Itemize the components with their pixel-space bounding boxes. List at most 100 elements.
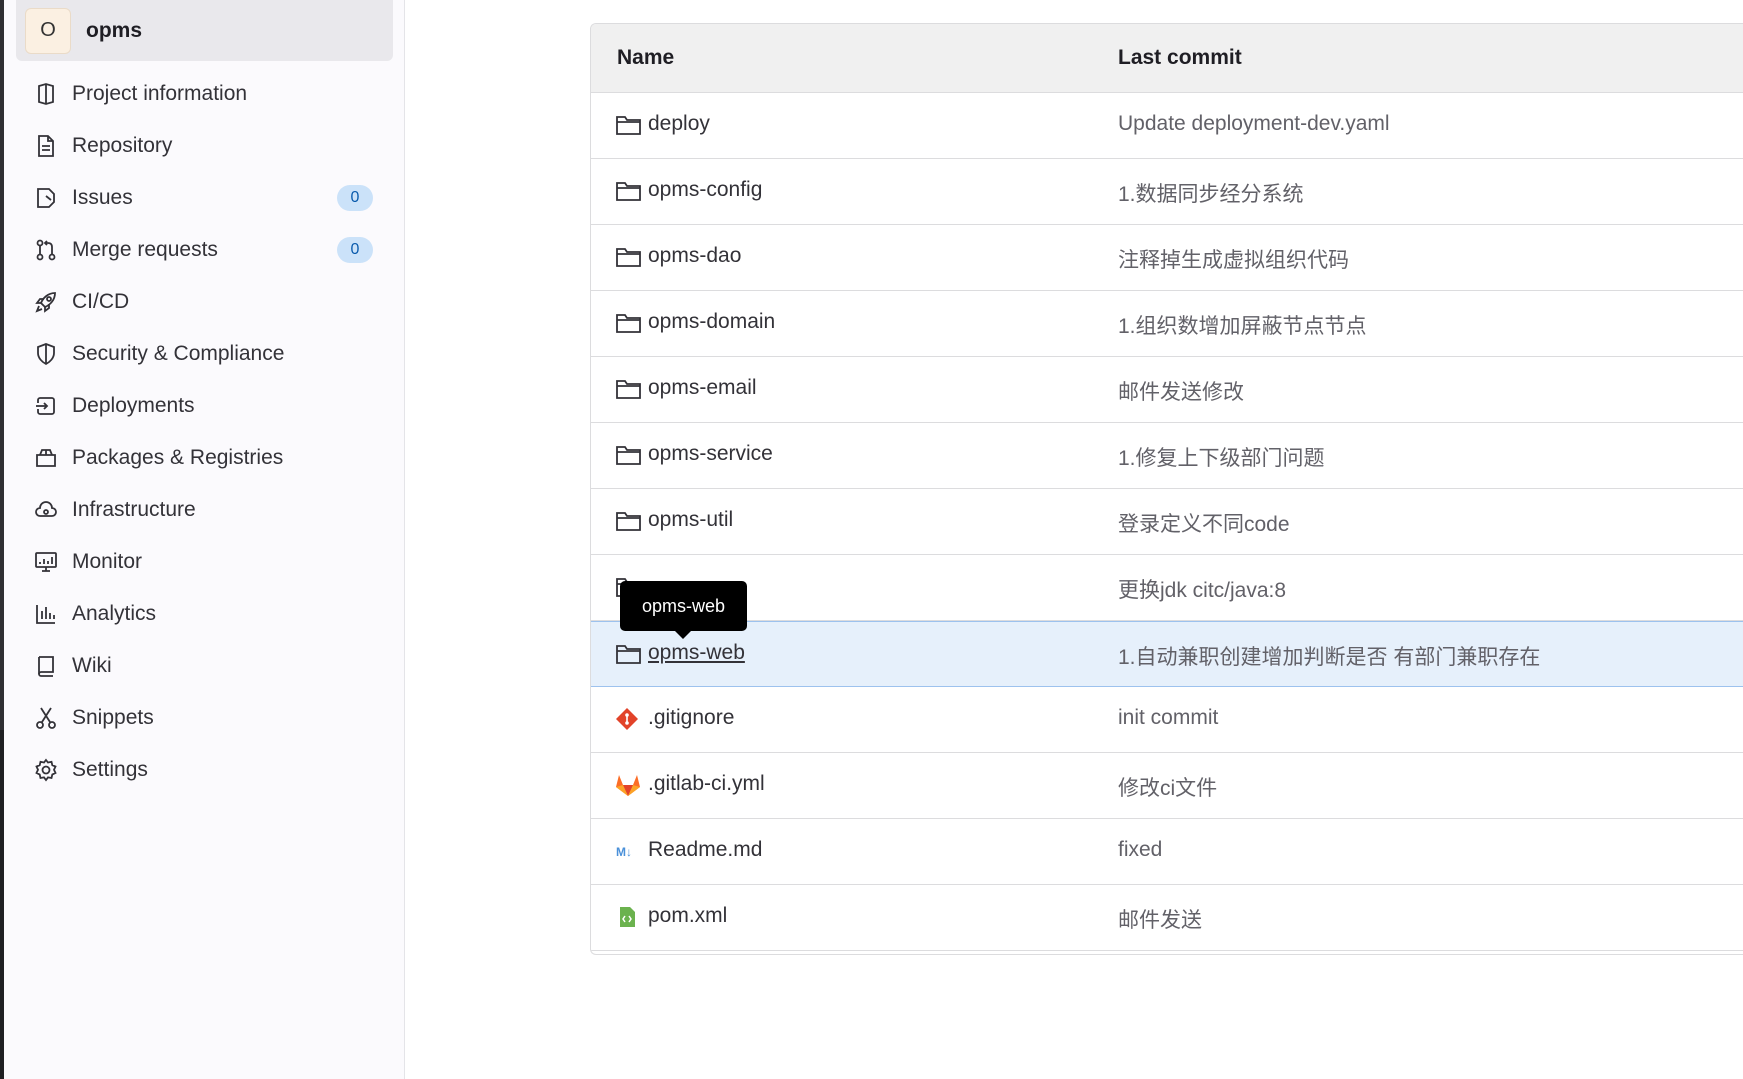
sidebar-item-deployments[interactable]: Deployments (4, 380, 404, 432)
folder-icon (615, 509, 642, 533)
rocket-icon (33, 289, 59, 315)
commit-message-link[interactable]: 修改ci文件 (1118, 772, 1217, 802)
sidebar-item-snippets[interactable]: Snippets (4, 692, 404, 744)
table-row[interactable]: opms-web 1.自动兼职创建增加判断是否 有部门兼职存在 (591, 621, 1743, 687)
document-icon (33, 133, 59, 159)
sidebar-item-label: Settings (72, 758, 148, 781)
file-name-link[interactable]: pom.xml (648, 904, 727, 928)
package-icon (33, 445, 59, 471)
file-name-link[interactable]: deploy (648, 112, 710, 136)
sidebar-item-project-information[interactable]: Project information (4, 68, 404, 120)
merge-requests-count-badge: 0 (337, 237, 373, 263)
file-name-link[interactable]: opms-config (648, 178, 762, 202)
sidebar-item-monitor[interactable]: Monitor (4, 536, 404, 588)
commit-message-link[interactable]: Update deployment-dev.yaml (1118, 112, 1390, 136)
sidebar-item-label: Merge requests (72, 238, 218, 261)
commit-message-link[interactable]: 邮件发送修改 (1118, 376, 1244, 406)
sidebar-nav: Project information Repository Issues 0 … (4, 68, 404, 796)
sidebar-item-label: Issues (72, 186, 133, 209)
sidebar-item-label: CI/CD (72, 290, 130, 313)
sidebar-item-security[interactable]: Security & Compliance (4, 328, 404, 380)
sidebar-item-label: Snippets (72, 706, 154, 729)
table-row[interactable]: pom.xml 邮件发送 (591, 885, 1743, 951)
shield-icon (33, 341, 59, 367)
project-name[interactable]: opms (86, 19, 142, 43)
table-row[interactable]: opms-domain 1.组织数增加屏蔽节点节点 (591, 291, 1743, 357)
xml-file-icon (615, 905, 642, 929)
commit-message-link[interactable]: 登录定义不同code (1118, 508, 1290, 538)
sidebar-item-settings[interactable]: Settings (4, 744, 404, 796)
issues-icon (33, 185, 59, 211)
sidebar-item-analytics[interactable]: Analytics (4, 588, 404, 640)
sidebar-item-wiki[interactable]: Wiki (4, 640, 404, 692)
commit-message-link[interactable]: init commit (1118, 706, 1218, 730)
sidebar-item-issues[interactable]: Issues 0 (4, 172, 404, 224)
table-row[interactable]: 更换jdk citc/java:8 (591, 555, 1743, 621)
commit-message-link[interactable]: 1.组织数增加屏蔽节点节点 (1118, 310, 1367, 340)
file-name-link[interactable]: opms-dao (648, 244, 741, 268)
folder-icon (615, 377, 642, 401)
sidebar-item-label: Analytics (72, 602, 157, 625)
chart-icon (33, 601, 59, 627)
table-row[interactable]: opms-service 1.修复上下级部门问题 (591, 423, 1743, 489)
deployments-icon (33, 393, 59, 419)
table-body: deploy Update deployment-dev.yaml opms-con… (591, 93, 1743, 951)
project-header[interactable]: O opms (16, 0, 393, 61)
commit-message-link[interactable]: 更换jdk citc/java:8 (1118, 574, 1286, 604)
commit-message-link[interactable]: 邮件发送 (1118, 904, 1202, 934)
cloud-gear-icon (33, 497, 59, 523)
commit-message-link[interactable]: 1.数据同步经分系统 (1118, 178, 1304, 208)
folder-icon (615, 642, 642, 666)
svg-text:M↓: M↓ (616, 845, 632, 859)
gitlab-icon (615, 773, 642, 797)
table-row[interactable]: deploy Update deployment-dev.yaml (591, 93, 1743, 159)
sidebar-item-label: Security & Compliance (72, 342, 285, 365)
scissors-icon (33, 705, 59, 731)
commit-message-link[interactable]: 1.修复上下级部门问题 (1118, 442, 1325, 472)
sidebar-item-infrastructure[interactable]: Infrastructure (4, 484, 404, 536)
file-name-link[interactable]: opms-util (648, 508, 733, 532)
column-header-last-commit: Last commit (1118, 46, 1242, 69)
gear-icon (33, 757, 59, 783)
folder-icon (615, 113, 642, 137)
file-name-link[interactable]: opms-email (648, 376, 757, 400)
table-row[interactable]: opms-email 邮件发送修改 (591, 357, 1743, 423)
sidebar-item-ci-cd[interactable]: CI/CD (4, 276, 404, 328)
table-header: Name Last commit (591, 24, 1743, 93)
markdown-icon: M↓ (615, 839, 642, 863)
table-row[interactable]: .gitignore init commit (591, 687, 1743, 753)
commit-message-link[interactable]: fixed (1118, 838, 1162, 862)
folder-icon (615, 311, 642, 335)
sidebar-item-merge-requests[interactable]: Merge requests 0 (4, 224, 404, 276)
project-sidebar: O opms Project information Repository Is… (4, 0, 405, 1079)
sidebar-item-label: Project information (72, 82, 248, 105)
file-name-link[interactable]: Readme.md (648, 838, 762, 862)
merge-request-icon (33, 237, 59, 263)
sidebar-item-label: Repository (72, 134, 173, 157)
table-row[interactable]: M↓ Readme.md fixed (591, 819, 1743, 885)
table-row[interactable]: .gitlab-ci.yml 修改ci文件 (591, 753, 1743, 819)
sidebar-item-repository[interactable]: Repository (4, 120, 404, 172)
file-name-link[interactable]: opms-service (648, 442, 773, 466)
monitor-icon (33, 549, 59, 575)
file-name-link[interactable]: .gitignore (648, 706, 734, 730)
folder-icon (615, 245, 642, 269)
book-icon (33, 653, 59, 679)
file-name-link[interactable]: opms-domain (648, 310, 775, 334)
file-name-link[interactable]: .gitlab-ci.yml (648, 772, 765, 796)
sidebar-item-label: Infrastructure (72, 498, 196, 521)
issues-count-badge: 0 (337, 185, 373, 211)
sidebar-item-label: Deployments (72, 394, 195, 417)
project-icon (33, 81, 59, 107)
sidebar-item-label: Wiki (72, 654, 112, 677)
commit-message-link[interactable]: 1.自动兼职创建增加判断是否 有部门兼职存在 (1118, 641, 1540, 671)
table-row[interactable]: opms-config 1.数据同步经分系统 (591, 159, 1743, 225)
tooltip: opms-web (620, 581, 747, 639)
avatar: O (25, 7, 71, 54)
table-row[interactable]: opms-util 登录定义不同code (591, 489, 1743, 555)
commit-message-link[interactable]: 注释掉生成虚拟组织代码 (1118, 244, 1349, 274)
sidebar-item-packages[interactable]: Packages & Registries (4, 432, 404, 484)
git-icon (615, 707, 642, 731)
file-name-link[interactable]: opms-web (648, 641, 745, 665)
table-row[interactable]: opms-dao 注释掉生成虚拟组织代码 (591, 225, 1743, 291)
